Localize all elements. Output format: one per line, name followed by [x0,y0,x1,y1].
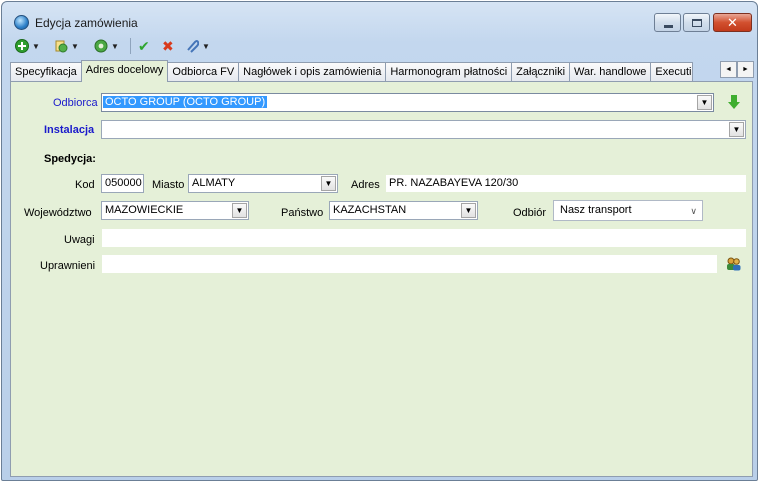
settings-dropdown-icon[interactable]: ▼ [111,42,119,51]
adres-label: Adres [351,179,380,191]
miasto-combo[interactable]: ALMATY ▼ [188,174,338,193]
odbiorca-label: Odbiorca [53,97,98,109]
tab-panel-adres-docelowy: Odbiorca OCTO GROUP (OCTO GROUP) ▼ Insta… [10,81,753,477]
panstwo-value: KAZACHSTAN [333,204,407,216]
wojewodztwo-value: MAZOWIECKIE [105,204,184,216]
tab-naglowek[interactable]: Nagłówek i opis zamówienia [238,62,387,82]
odbiorca-value: OCTO GROUP (OCTO GROUP) [103,96,268,108]
uprawnieni-label: Uprawnieni [40,260,96,272]
users-icon[interactable] [726,257,741,271]
adres-value: PR. NAZABAYEVA 120/30 [389,177,519,189]
settings-button[interactable]: ▼ [94,38,119,54]
spedycja-heading: Spedycja: [44,153,96,165]
odbior-combo[interactable]: Nasz transport ∨ [553,200,703,221]
kod-value: 050000 [105,177,142,189]
panstwo-label: Państwo [281,207,324,219]
wojewodztwo-dropdown-icon[interactable]: ▼ [232,203,247,218]
uwagi-label: Uwagi [64,234,95,246]
refresh-icon [55,40,68,53]
adres-input[interactable]: PR. NAZABAYEVA 120/30 [385,174,747,193]
cancel-x-icon: ✖ [162,37,174,54]
instalacja-combo[interactable]: ▼ [101,120,746,139]
tab-executi[interactable]: Executi [650,62,694,82]
odbior-value: Nasz transport [560,204,632,216]
uprawnieni-input[interactable] [101,254,718,274]
instalacja-dropdown-icon[interactable]: ▼ [729,122,744,137]
odbiorca-dropdown-icon[interactable]: ▼ [697,95,712,110]
tab-specyfikacja[interactable]: Specyfikacja [10,62,82,82]
refresh-dropdown-icon[interactable]: ▼ [71,42,79,51]
attach-button[interactable]: ▼ [185,38,210,54]
settings-icon [94,39,108,53]
title-bar[interactable]: Edycja zamówienia ✕ [2,2,757,32]
panstwo-dropdown-icon[interactable]: ▼ [461,203,476,218]
tab-strip: Specyfikacja Adres docelowy Odbiorca FV … [10,60,694,82]
window-title: Edycja zamówienia [35,16,138,30]
main-window: Edycja zamówienia ✕ ▼ ▼ ▼ ✔ ✖ ▼ Specyfik… [1,1,758,481]
refresh-button[interactable]: ▼ [54,38,79,54]
app-globe-icon [14,15,29,30]
tab-scroll-right-icon[interactable]: ► [737,61,754,78]
add-icon [15,39,29,53]
tab-war-handlowe[interactable]: War. handlowe [569,62,652,82]
toolbar-separator [130,38,131,54]
down-arrow-green-icon[interactable] [727,94,741,110]
minimize-icon [664,25,673,28]
maximize-button[interactable] [683,13,710,32]
cancel-button[interactable]: ✖ [162,38,174,54]
attach-dropdown-icon[interactable]: ▼ [202,42,210,51]
instalacja-label: Instalacja [44,124,95,136]
miasto-dropdown-icon[interactable]: ▼ [321,176,336,191]
tab-zalaczniki[interactable]: Załączniki [511,62,571,82]
miasto-value: ALMATY [192,177,236,189]
attach-icon [187,40,199,53]
close-icon: ✕ [727,15,738,30]
odbior-label: Odbiór [513,207,547,219]
wojewodztwo-label: Województwo [24,207,92,219]
confirm-check-icon: ✔ [138,37,150,54]
tab-odbiorca-fv[interactable]: Odbiorca FV [167,62,240,82]
odbior-dropdown-icon[interactable]: ∨ [690,202,697,220]
confirm-button[interactable]: ✔ [138,38,150,54]
tab-scroll-left-icon[interactable]: ◄ [720,61,737,78]
add-button[interactable]: ▼ [15,38,40,54]
close-button[interactable]: ✕ [713,13,752,32]
odbiorca-combo[interactable]: OCTO GROUP (OCTO GROUP) ▼ [101,93,714,112]
tab-scroll-buttons: ◄ ► [720,61,754,78]
miasto-label: Miasto [152,179,185,191]
minimize-button[interactable] [654,13,681,32]
maximize-icon [692,19,702,27]
tab-adres-docelowy[interactable]: Adres docelowy [80,60,169,82]
panstwo-combo[interactable]: KAZACHSTAN ▼ [329,201,478,220]
toolbar: ▼ ▼ ▼ ✔ ✖ ▼ [2,35,757,57]
wojewodztwo-combo[interactable]: MAZOWIECKIE ▼ [101,201,249,220]
uwagi-input[interactable] [101,228,747,248]
add-dropdown-icon[interactable]: ▼ [32,42,40,51]
kod-input[interactable]: 050000 [101,174,144,193]
tab-harmonogram[interactable]: Harmonogram płatności [385,62,513,82]
kod-label: Kod [75,179,95,191]
